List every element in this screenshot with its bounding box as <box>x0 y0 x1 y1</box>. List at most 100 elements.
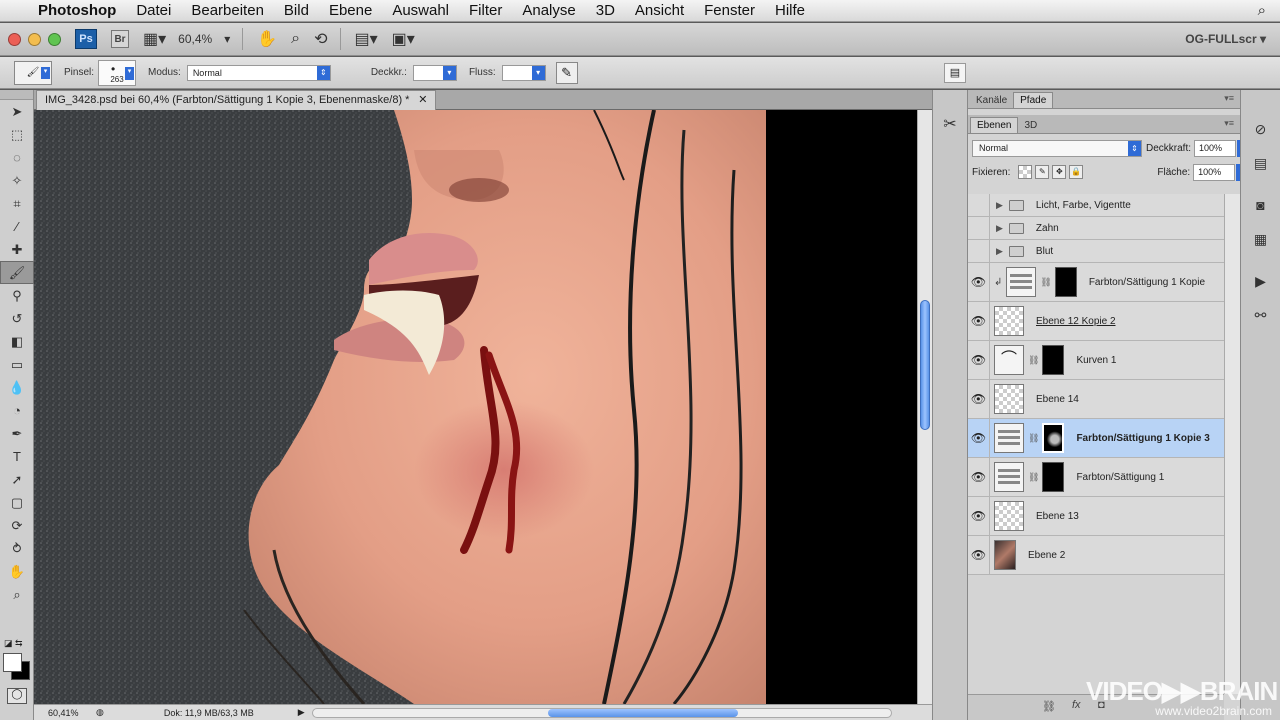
screen-mode-icon[interactable]: ▣▾ <box>392 29 415 49</box>
eye-icon[interactable]: 👁 <box>968 302 990 340</box>
quick-mask-icon[interactable]: ◯ <box>7 688 27 704</box>
menu-fenster[interactable]: Fenster <box>694 2 765 19</box>
layers-scrollbar[interactable] <box>1224 194 1240 694</box>
tab-ebenen[interactable]: Ebenen <box>970 117 1019 133</box>
brush-preset-picker[interactable]: 263 ▾ <box>98 59 137 86</box>
pen-tool-icon[interactable]: ✒ <box>0 422 34 445</box>
eye-icon[interactable]: 👁 <box>968 458 990 496</box>
expand-triangle-icon[interactable]: ▶ <box>996 200 1003 211</box>
status-preview-icon[interactable]: ◍ <box>96 707 104 718</box>
layer-mask-thumbnail[interactable] <box>1042 345 1065 375</box>
menu-ebene[interactable]: Ebene <box>319 2 382 19</box>
hand-tool-icon[interactable]: ✋ <box>0 560 34 583</box>
menu-analyse[interactable]: Analyse <box>512 2 585 19</box>
link-chain-icon[interactable]: ⛓ <box>1028 433 1039 444</box>
menu-datei[interactable]: Datei <box>126 2 181 19</box>
status-zoom[interactable]: 60,41% <box>34 708 94 718</box>
lock-all-icon[interactable]: 🔒 <box>1069 165 1084 179</box>
canvas-horizontal-scrollbar[interactable] <box>312 708 892 718</box>
default-colors-icon[interactable]: ◪ ⇆ <box>4 638 23 649</box>
layer-fill-input[interactable]: 100% ▾ <box>1193 163 1249 181</box>
tool-preset-picker[interactable]: 🖌 ▾ <box>14 60 52 85</box>
rotate-view-icon[interactable]: ⟲ <box>314 29 327 49</box>
history-panel-icon[interactable]: ▦ <box>1249 228 1273 250</box>
foreground-color-swatch[interactable] <box>3 653 22 672</box>
layer-group-row[interactable]: ▶ Blut <box>968 240 1224 263</box>
tab-3d[interactable]: 3D <box>1018 118 1043 133</box>
menu-bearbeiten[interactable]: Bearbeiten <box>181 2 274 19</box>
eye-icon[interactable]: 👁 <box>968 536 990 574</box>
quick-selection-tool-icon[interactable]: ✧ <box>0 169 34 192</box>
marquee-tool-icon[interactable]: ⬚ <box>0 123 34 146</box>
layer-row[interactable]: 👁 Ebene 2 <box>968 536 1224 575</box>
move-tool-icon[interactable]: ➤ <box>0 100 34 123</box>
status-menu-arrow-icon[interactable]: ▶ <box>298 707 305 718</box>
close-window-button[interactable] <box>8 32 21 46</box>
close-document-icon[interactable]: ✕ <box>418 93 427 106</box>
eraser-tool-icon[interactable]: ◧ <box>0 330 34 353</box>
layer-group-row[interactable]: ▶ Licht, Farbe, Vigentte <box>968 194 1224 217</box>
menu-ansicht[interactable]: Ansicht <box>625 2 694 19</box>
layer-row[interactable]: 👁 Ebene 13 <box>968 497 1224 536</box>
document-canvas[interactable] <box>34 110 917 704</box>
menu-bild[interactable]: Bild <box>274 2 319 19</box>
type-tool-icon[interactable]: T <box>0 445 34 468</box>
zoom-level-arrow-icon[interactable]: ▾ <box>224 32 230 46</box>
airbrush-toggle-icon[interactable]: ✎ <box>555 61 578 84</box>
history-brush-tool-icon[interactable]: ↺ <box>0 307 34 330</box>
menu-hilfe[interactable]: Hilfe <box>765 2 815 19</box>
layer-opacity-input[interactable]: 100% ▾ <box>1194 139 1250 157</box>
layer-style-icon[interactable]: fx <box>1072 699 1081 711</box>
layer-mask-thumbnail[interactable] <box>1042 462 1065 492</box>
zoom-level-select[interactable]: 60,4% <box>178 32 212 46</box>
color-panel-icon[interactable]: ⊘ <box>1249 118 1273 140</box>
healing-brush-tool-icon[interactable]: ✚ <box>0 238 34 261</box>
brush-panel-toggle-icon[interactable]: ▤ <box>944 63 966 83</box>
eye-icon[interactable]: 👁 <box>968 341 990 379</box>
menu-app[interactable]: Photoshop <box>34 2 126 19</box>
tool-presets-icon[interactable]: ✂ <box>937 112 963 138</box>
zoom-tool-icon[interactable]: ⌕ <box>0 583 34 606</box>
layer-blend-mode-select[interactable]: Normal ⇕ <box>972 139 1142 157</box>
dodge-tool-icon[interactable]: ◔ <box>0 399 34 422</box>
expand-triangle-icon[interactable]: ▶ <box>996 246 1003 257</box>
arrange-documents-icon[interactable]: ▤▾ <box>355 29 378 49</box>
lasso-tool-icon[interactable]: ◌ <box>0 146 34 169</box>
blur-tool-icon[interactable]: 💧 <box>0 376 34 399</box>
document-tab[interactable]: IMG_3428.psd bei 60,4% (Farbton/Sättigun… <box>36 90 437 110</box>
eye-icon[interactable]: 👁 <box>968 263 990 301</box>
layer-row[interactable]: 👁 ↲ ⛓ Farbton/Sättigung 1 Kopie <box>968 263 1224 302</box>
lock-transparency-icon[interactable] <box>1018 165 1033 179</box>
spotlight-search-icon[interactable]: ⌕ <box>1258 2 1266 19</box>
masks-panel-icon[interactable]: ◙ <box>1249 194 1273 216</box>
bridge-launch-button[interactable]: Br <box>111 30 129 48</box>
status-doc-info[interactable]: Dok: 11,9 MB/63,3 MB <box>164 708 254 718</box>
brush-tool-icon[interactable]: 🖌 <box>0 261 34 284</box>
layer-mask-thumbnail[interactable] <box>1054 267 1077 297</box>
mode-select[interactable]: Normal ⇕ <box>186 64 331 81</box>
adjustments-panel-icon[interactable]: ▤ <box>1249 152 1273 174</box>
shape-tool-icon[interactable]: ▢ <box>0 491 34 514</box>
3d-rotate-tool-icon[interactable]: ⟳ <box>0 514 34 537</box>
toolbox-grip[interactable] <box>0 90 33 100</box>
eye-icon[interactable]: 👁 <box>968 419 990 457</box>
tab-pfade[interactable]: Pfade <box>1013 92 1054 108</box>
link-chain-icon[interactable]: ⛓ <box>1028 355 1039 366</box>
gradient-tool-icon[interactable]: ▭ <box>0 353 34 376</box>
zoom-window-button[interactable] <box>48 32 61 46</box>
clone-stamp-tool-icon[interactable]: ⚲ <box>0 284 34 307</box>
canvas-horizontal-scroll-thumb[interactable] <box>548 709 738 717</box>
path-selection-tool-icon[interactable]: ➚ <box>0 468 34 491</box>
layer-row[interactable]: 👁 ⛓ Farbton/Sättigung 1 <box>968 458 1224 497</box>
zoom-tool-icon[interactable]: ⌕ <box>291 30 300 48</box>
hand-tool-icon[interactable]: ✋ <box>257 29 277 49</box>
3d-orbit-tool-icon[interactable]: ⥁ <box>0 537 34 560</box>
flow-input[interactable]: ▾ <box>501 64 546 81</box>
link-chain-icon[interactable]: ⛓ <box>1040 277 1051 288</box>
layer-row[interactable]: 👁 Ebene 12 Kopie 2 <box>968 302 1224 341</box>
link-layers-icon[interactable]: ⛓ <box>1042 700 1056 713</box>
visibility-toggle-empty[interactable] <box>968 240 990 262</box>
opacity-input[interactable]: ▾ <box>412 64 457 81</box>
crop-tool-icon[interactable]: ⌗ <box>0 192 34 215</box>
layer-row[interactable]: 👁 ⌒ ⛓ Kurven 1 <box>968 341 1224 380</box>
